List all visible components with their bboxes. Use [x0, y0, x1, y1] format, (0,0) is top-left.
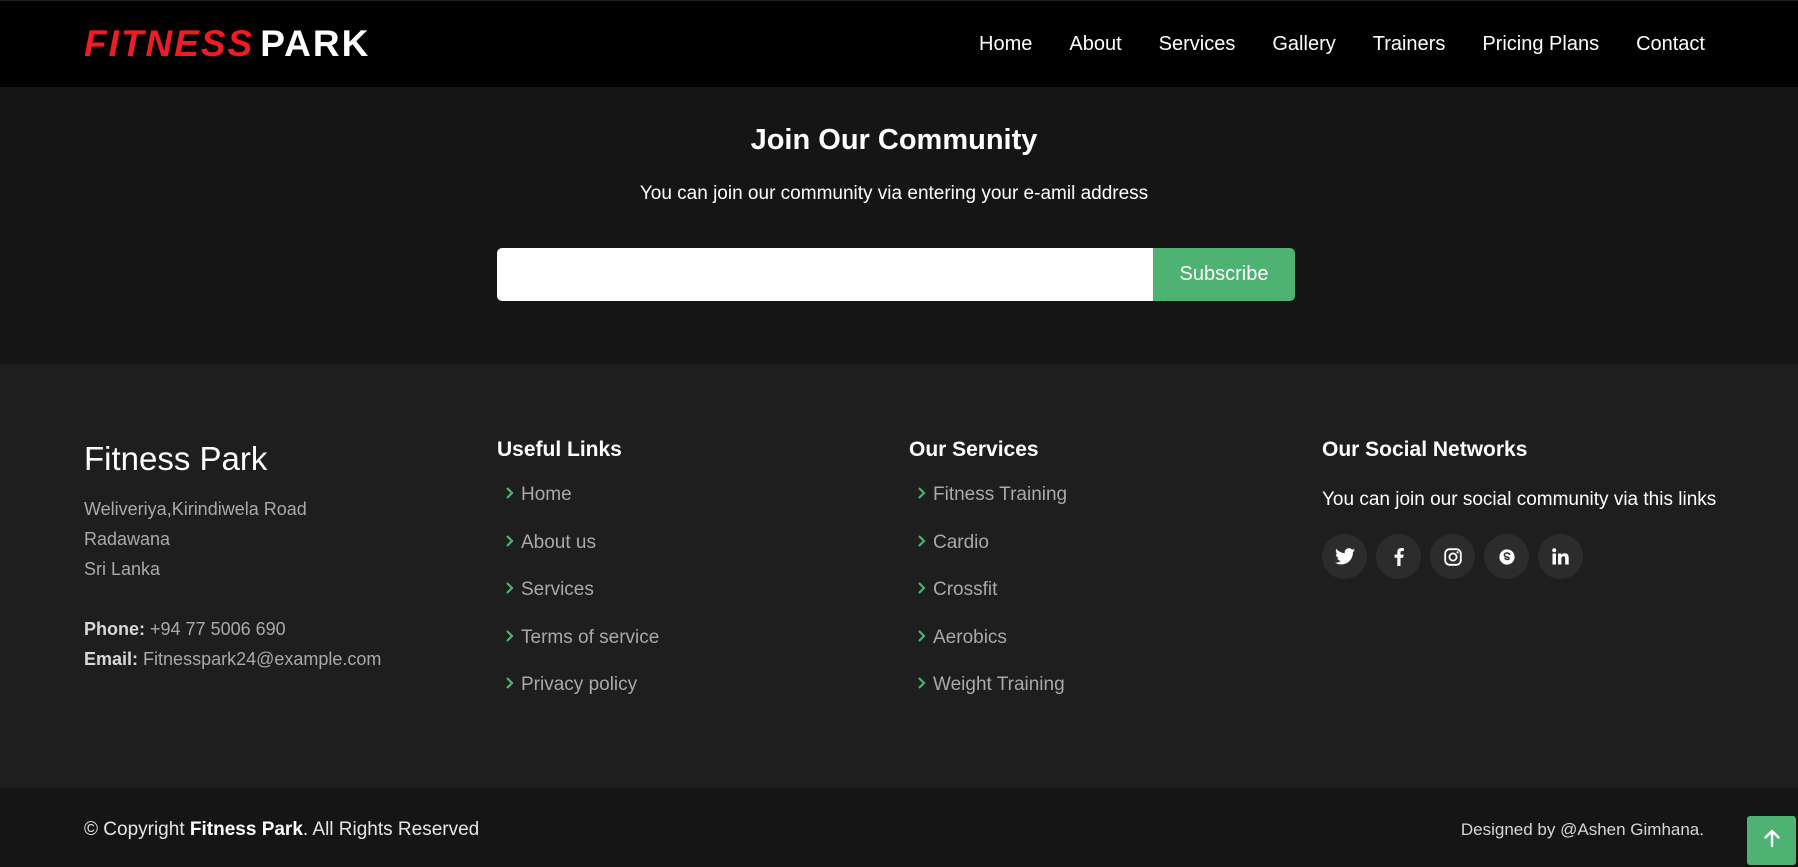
service-link-fitness-training[interactable]: Fitness Training — [909, 484, 1067, 532]
useful-link-home[interactable]: Home — [497, 484, 659, 532]
chevron-right-icon — [497, 534, 521, 548]
subscribe-form: Subscribe — [497, 248, 1295, 301]
useful-link-terms[interactable]: Terms of service — [497, 627, 659, 675]
phone-row: Phone: +94 77 5006 690 — [84, 614, 381, 644]
email-label: Email: — [84, 649, 139, 669]
credits-text: Designed by @Ashen Gimhana. — [1460, 820, 1704, 839]
useful-link-privacy[interactable]: Privacy policy — [497, 674, 659, 722]
address-line-3: Sri Lanka — [84, 559, 161, 579]
twitter-icon — [1334, 548, 1355, 565]
nav-pricing-plans[interactable]: Pricing Plans — [1482, 33, 1599, 56]
logo-red-text: FITNESS — [84, 23, 255, 64]
service-link-cardio[interactable]: Cardio — [909, 532, 1067, 580]
service-link-label: Weight Training — [933, 674, 1065, 695]
newsletter-subtitle: You can join our community via entering … — [639, 183, 1149, 204]
email-row: Email: Fitnesspark24@example.com — [84, 644, 381, 674]
service-link-label: Aerobics — [933, 626, 1007, 648]
nav-trainers[interactable]: Trainers — [1373, 33, 1446, 56]
newsletter-section: Join Our Community You can join our comm… — [0, 87, 1798, 364]
nav-gallery[interactable]: Gallery — [1272, 33, 1335, 56]
chevron-right-icon — [497, 629, 521, 643]
chevron-right-icon — [909, 581, 933, 595]
linkedin-button[interactable] — [1538, 534, 1583, 579]
footer-brand-title: Fitness Park — [84, 440, 268, 477]
chevron-right-icon — [909, 534, 933, 548]
service-link-label: Fitness Training — [933, 484, 1068, 505]
chevron-right-icon — [497, 486, 521, 500]
services-list: Fitness Training Cardio Crossfit Aerobic… — [909, 484, 1067, 722]
social-networks-title: Our Social Networks — [1322, 438, 1528, 461]
chevron-right-icon — [497, 676, 521, 690]
subscribe-button[interactable]: Subscribe — [1153, 248, 1295, 301]
footer-bottom: © Copyright Fitness Park. All Rights Res… — [0, 788, 1798, 867]
footer-contact: Phone: +94 77 5006 690 Email: Fitnesspar… — [84, 614, 381, 674]
header: FITNESS PARK Home About Services Gallery … — [0, 0, 1798, 87]
useful-link-label: About us — [521, 531, 596, 553]
phone-label: Phone: — [84, 619, 145, 639]
useful-link-services[interactable]: Services — [497, 579, 659, 627]
service-link-crossfit[interactable]: Crossfit — [909, 579, 1067, 627]
instagram-button[interactable] — [1430, 534, 1475, 579]
useful-link-about-us[interactable]: About us — [497, 532, 659, 580]
address-line-1: Weliveriya,Kirindiwela Road — [84, 499, 307, 519]
copyright-suffix: . All Rights Reserved — [302, 819, 480, 840]
linkedin-icon — [1552, 548, 1569, 565]
chevron-right-icon — [909, 676, 933, 690]
arrow-up-icon — [1763, 828, 1781, 853]
service-link-label: Cardio — [933, 531, 989, 553]
service-link-aerobics[interactable]: Aerobics — [909, 627, 1067, 675]
logo[interactable]: FITNESS PARK — [84, 23, 370, 65]
skype-icon — [1498, 548, 1516, 566]
phone-value: +94 77 5006 690 — [150, 619, 286, 639]
copyright-text: © Copyright Fitness Park. All Rights Res… — [84, 819, 479, 841]
copyright-prefix: © Copyright — [84, 819, 185, 840]
email-input[interactable] — [497, 248, 1153, 301]
useful-links-list: Home About us Services Terms of service … — [497, 484, 659, 722]
useful-link-label: Terms of service — [521, 626, 660, 648]
nav-services[interactable]: Services — [1159, 33, 1236, 56]
back-to-top-button[interactable] — [1747, 816, 1796, 865]
logo-white-text: PARK — [260, 23, 371, 64]
footer-address: Weliveriya,Kirindiwela Road Radawana Sri… — [84, 494, 307, 584]
useful-link-label: Services — [521, 579, 594, 600]
nav-about[interactable]: About — [1069, 33, 1121, 56]
twitter-button[interactable] — [1322, 534, 1367, 579]
useful-link-label: Home — [521, 484, 572, 505]
nav-home[interactable]: Home — [979, 33, 1032, 56]
footer-top: Fitness Park Weliveriya,Kirindiwela Road… — [0, 364, 1798, 788]
chevron-right-icon — [497, 581, 521, 595]
skype-button[interactable] — [1484, 534, 1529, 579]
facebook-icon — [1394, 547, 1404, 566]
useful-links-title: Useful Links — [497, 438, 622, 461]
main-nav: Home About Services Gallery Trainers Pri… — [979, 1, 1705, 88]
instagram-icon — [1443, 547, 1462, 566]
social-icons-row — [1322, 534, 1592, 579]
facebook-button[interactable] — [1376, 534, 1421, 579]
newsletter-title: Join Our Community — [750, 124, 1038, 156]
copyright-brand: Fitness Park — [189, 819, 303, 840]
address-line-2: Radawana — [84, 529, 171, 549]
useful-link-label: Privacy policy — [521, 674, 638, 695]
service-link-label: Crossfit — [933, 579, 998, 600]
email-value: Fitnesspark24@example.com — [143, 649, 382, 669]
chevron-right-icon — [909, 486, 933, 500]
social-networks-text: You can join our social community via th… — [1322, 489, 1717, 510]
chevron-right-icon — [909, 629, 933, 643]
our-services-title: Our Services — [909, 438, 1039, 461]
nav-contact[interactable]: Contact — [1636, 33, 1705, 56]
service-link-weight-training[interactable]: Weight Training — [909, 674, 1067, 722]
